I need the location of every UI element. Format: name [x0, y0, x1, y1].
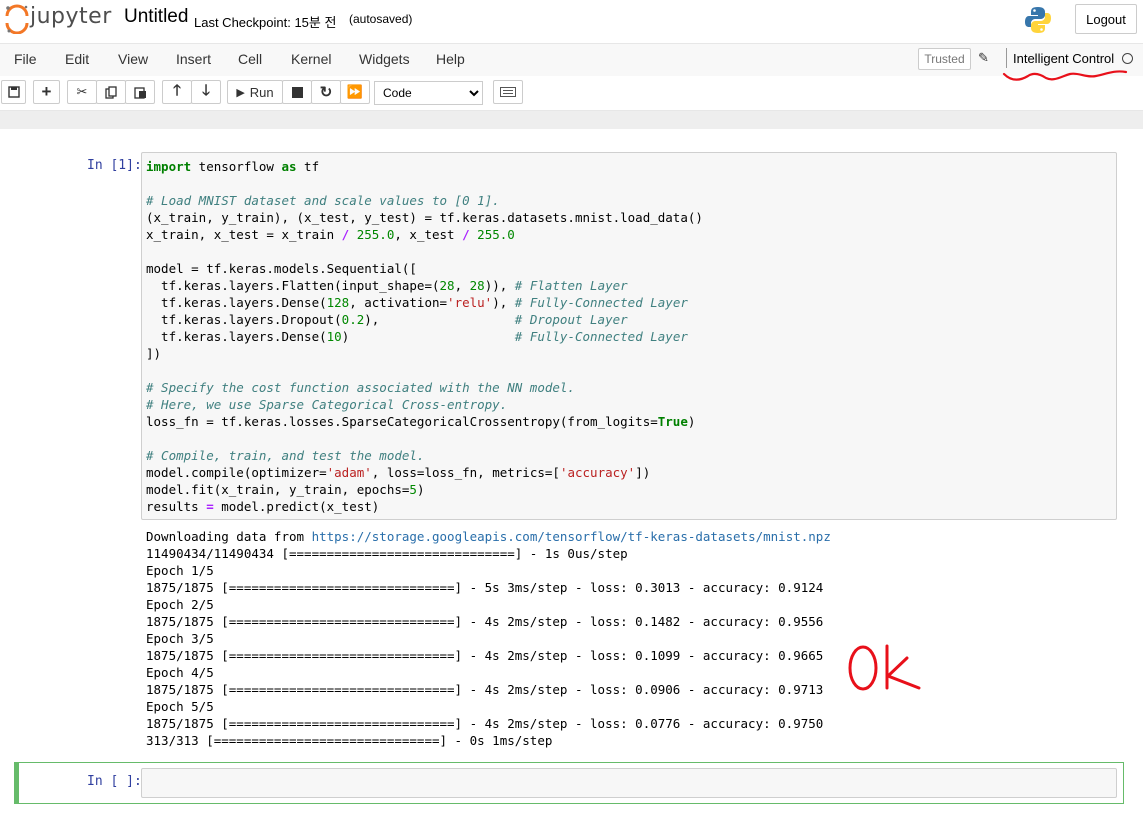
code-line: model = tf.keras.models.Sequential([: [146, 261, 417, 276]
output-line: Epoch 1/5: [146, 563, 214, 578]
output-line: 11490434/11490434 [=====================…: [146, 546, 628, 561]
code-line: tf.keras.layers.Dropout(0.2), # Dropout …: [146, 312, 628, 327]
handwritten-ok-annotation: [848, 644, 921, 691]
restart-icon[interactable]: ↻: [311, 80, 341, 104]
pencil-icon[interactable]: ✎: [978, 50, 994, 66]
run-label: Run: [249, 84, 274, 100]
menu-insert[interactable]: Insert: [176, 51, 211, 67]
empty-code-cell-input[interactable]: [141, 768, 1117, 798]
code-line: # Here, we use Sparse Categorical Cross-…: [146, 397, 508, 412]
cell2-prompt: In [ ]:: [87, 774, 142, 789]
python-logo-icon: [1025, 7, 1051, 33]
code-line: import tensorflow as tf: [146, 159, 320, 174]
output-line: 1875/1875 [=============================…: [146, 648, 824, 663]
output-line: Epoch 4/5: [146, 665, 214, 680]
menu-help[interactable]: Help: [436, 51, 465, 67]
code-line: ]): [146, 346, 162, 361]
copy-icon[interactable]: [96, 80, 126, 104]
code-line: tf.keras.layers.Dense(128, activation='r…: [146, 295, 688, 310]
move-down-icon[interactable]: 🡓: [191, 80, 221, 104]
cell1-prompt: In [1]:: [87, 158, 142, 173]
code-line: # Specify the cost function associated w…: [146, 380, 575, 395]
play-icon: ▶: [236, 86, 245, 99]
trusted-indicator[interactable]: Trusted: [918, 48, 971, 70]
code-line: results = model.predict(x_test): [146, 499, 380, 514]
keyboard-icon[interactable]: [493, 80, 523, 104]
output-line: 1875/1875 [=============================…: [146, 716, 824, 731]
cut-icon[interactable]: ✂: [67, 80, 97, 104]
menu-view[interactable]: View: [118, 51, 148, 67]
menu-edit[interactable]: Edit: [65, 51, 89, 67]
save-icon[interactable]: [1, 80, 26, 104]
add-cell-icon[interactable]: +: [33, 80, 60, 104]
output-line: Downloading data from https://storage.go…: [146, 529, 831, 544]
notebook-name[interactable]: Untitled: [124, 6, 188, 28]
code-line: loss_fn = tf.keras.losses.SparseCategori…: [146, 414, 696, 429]
output-line: Epoch 3/5: [146, 631, 214, 646]
output-line: 1875/1875 [=============================…: [146, 580, 824, 595]
output-line: 313/313 [==============================]…: [146, 733, 553, 748]
code-line: (x_train, y_train), (x_test, y_test) = t…: [146, 210, 703, 225]
menu-kernel[interactable]: Kernel: [291, 51, 331, 67]
menubar: File Edit View Insert Cell Kernel Widget…: [0, 43, 1143, 76]
output-line: 1875/1875 [=============================…: [146, 614, 824, 629]
output-line: Epoch 2/5: [146, 597, 214, 612]
code-line: x_train, x_test = x_train / 255.0, x_tes…: [146, 227, 515, 242]
code-line: model.fit(x_train, y_train, epochs=5): [146, 482, 425, 497]
move-up-icon[interactable]: 🡑: [162, 80, 192, 104]
code-line: model.compile(optimizer='adam', loss=los…: [146, 465, 651, 480]
code-line: tf.keras.layers.Dense(10) # Fully-Connec…: [146, 329, 688, 344]
run-button[interactable]: ▶ Run: [227, 80, 283, 104]
code-line: # Load MNIST dataset and scale values to…: [146, 193, 500, 208]
logo-text: jupyter: [30, 4, 112, 29]
header: jupyter Untitled Last Checkpoint: 15분 전 …: [0, 0, 1143, 111]
fast-forward-icon[interactable]: ⏩: [340, 80, 370, 104]
dataset-link[interactable]: https://storage.googleapis.com/tensorflo…: [312, 529, 831, 544]
stop-icon[interactable]: [282, 80, 312, 104]
kernel-idle-icon: [1122, 53, 1133, 64]
paste-icon[interactable]: [125, 80, 155, 104]
code-cell-input[interactable]: import tensorflow as tf # Load MNIST dat…: [141, 152, 1117, 520]
menu-cell[interactable]: Cell: [238, 51, 262, 67]
output-line: Epoch 5/5: [146, 699, 214, 714]
cell-type-select[interactable]: Code Markdown Raw NBConvert Heading: [374, 81, 483, 105]
menu-file[interactable]: File: [14, 51, 37, 67]
logout-button[interactable]: Logout: [1075, 4, 1137, 34]
output-line: 1875/1875 [=============================…: [146, 682, 824, 697]
autosave-status: (autosaved): [349, 12, 413, 26]
menu-widgets[interactable]: Widgets: [359, 51, 410, 67]
red-underline-annotation: [1002, 70, 1128, 81]
code-line: # Compile, train, and test the model.: [146, 448, 425, 463]
code-line: tf.keras.layers.Flatten(input_shape=(28,…: [146, 278, 628, 293]
kernel-name[interactable]: Intelligent Control: [1006, 48, 1120, 68]
last-checkpoint: Last Checkpoint: 15분 전: [194, 15, 337, 30]
